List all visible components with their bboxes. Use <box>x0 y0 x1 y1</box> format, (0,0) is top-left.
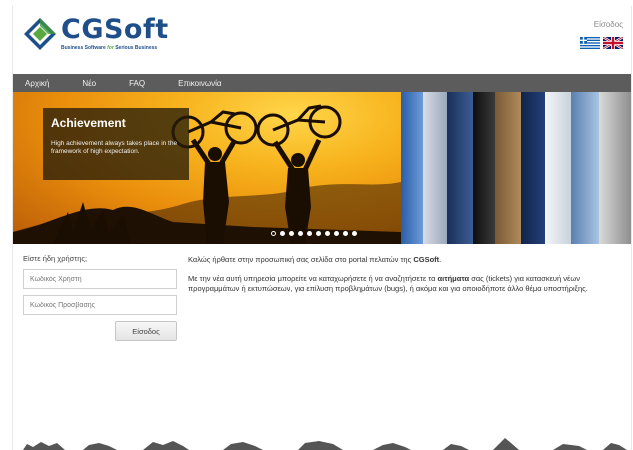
page: CGSoft Business Software for Serious Bus… <box>12 6 632 450</box>
welcome-intro: Καλώς ήρθατε στην προσωπική σας σελίδα σ… <box>188 255 442 264</box>
welcome-body: Με την νέα αυτή υπηρεσία μπορείτε να κατ… <box>188 274 588 293</box>
logo-name: CGSoft <box>61 14 169 45</box>
slide-thumbnails <box>401 92 631 244</box>
slider-dot[interactable] <box>352 231 357 236</box>
thumb-strip[interactable] <box>571 92 599 244</box>
language-flags <box>580 37 623 49</box>
thumb-strip[interactable] <box>545 92 571 244</box>
slider-pagination <box>271 231 357 236</box>
thumb-strip[interactable] <box>447 92 473 244</box>
password-input[interactable] <box>23 295 177 315</box>
slider-dot[interactable] <box>307 231 312 236</box>
slide-image: Achievement High achievement always take… <box>13 92 401 244</box>
slider-dot[interactable] <box>343 231 348 236</box>
thumb-strip[interactable] <box>599 92 631 244</box>
thumb-strip[interactable] <box>401 92 423 244</box>
slide-caption-text: High achievement always takes place in t… <box>51 140 178 155</box>
nav-item-contact[interactable]: Επικοινωνία <box>178 79 221 88</box>
hero-slider: Achievement High achievement always take… <box>13 92 631 244</box>
login-panel: Είστε ήδη χρήστης; Είσοδος <box>23 254 177 341</box>
slide-caption: Achievement High achievement always take… <box>43 108 189 180</box>
flag-uk-icon[interactable] <box>603 37 623 49</box>
thumb-strip[interactable] <box>423 92 447 244</box>
thumb-strip[interactable] <box>521 92 545 244</box>
main-nav: Αρχική Νέο FAQ Επικοινωνία <box>13 74 631 92</box>
slider-dot[interactable] <box>280 231 285 236</box>
slide-caption-title: Achievement <box>51 116 126 130</box>
header: CGSoft Business Software for Serious Bus… <box>13 6 631 74</box>
thumb-strip[interactable] <box>495 92 521 244</box>
nav-item-new[interactable]: Νέο <box>82 79 96 88</box>
slider-dot[interactable] <box>271 231 276 236</box>
slider-dot[interactable] <box>298 231 303 236</box>
username-input[interactable] <box>23 269 177 289</box>
nav-item-home[interactable]: Αρχική <box>25 79 49 88</box>
cgsoft-logo[interactable]: CGSoft Business Software for Serious Bus… <box>23 16 169 51</box>
thumb-strip[interactable] <box>473 92 495 244</box>
welcome-text: Καλώς ήρθατε στην προσωπική σας σελίδα σ… <box>188 255 626 294</box>
slider-dot[interactable] <box>289 231 294 236</box>
logo-diamond-icon <box>24 17 56 50</box>
slider-dot[interactable] <box>316 231 321 236</box>
slider-dot[interactable] <box>325 231 330 236</box>
flag-greece-icon[interactable] <box>580 37 600 49</box>
slider-dot[interactable] <box>334 231 339 236</box>
login-button[interactable]: Είσοδος <box>115 321 177 341</box>
nav-item-faq[interactable]: FAQ <box>129 79 145 88</box>
logo-tagline: Business Software for Serious Business <box>61 45 158 51</box>
footer-silhouette-art <box>23 438 627 450</box>
login-panel-title: Είστε ήδη χρήστης; <box>23 254 88 263</box>
header-login-link[interactable]: Είσοδος <box>594 20 623 29</box>
